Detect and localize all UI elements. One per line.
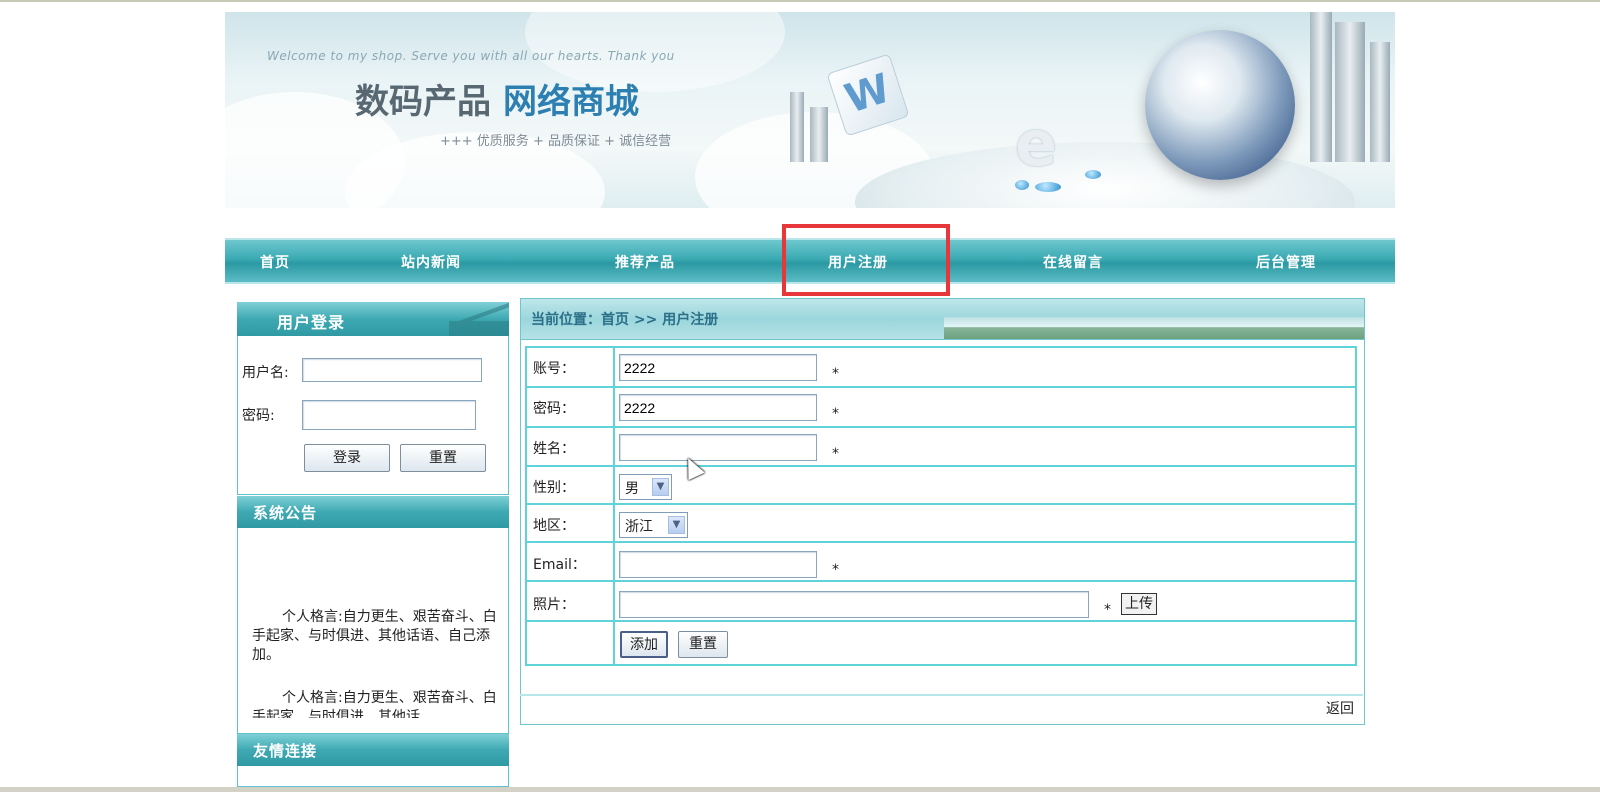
photo-input[interactable] bbox=[619, 591, 1089, 618]
add-button[interactable]: 添加 bbox=[620, 631, 668, 658]
breadcrumb: 当前位置：首页 >> 用户注册 bbox=[531, 312, 719, 328]
email-label: Email： bbox=[533, 557, 586, 573]
divider bbox=[520, 694, 1363, 696]
region-label: 地区： bbox=[533, 518, 575, 534]
gender-selected: 男 bbox=[625, 481, 639, 497]
links-panel bbox=[237, 766, 509, 787]
nav-news[interactable]: 站内新闻 bbox=[401, 252, 461, 272]
logo-title-a: 数码产品 bbox=[355, 82, 491, 122]
password-input[interactable] bbox=[302, 400, 476, 430]
row-divider bbox=[527, 386, 1355, 388]
breadcrumb-bar: 当前位置：首页 >> 用户注册 bbox=[520, 298, 1365, 340]
links-title: 友情连接 bbox=[253, 742, 318, 760]
required-mark: * bbox=[832, 562, 839, 578]
required-mark: * bbox=[1104, 602, 1111, 618]
account-label: 账号： bbox=[533, 361, 575, 377]
water-drop bbox=[1085, 170, 1101, 179]
row-divider bbox=[527, 541, 1355, 543]
email-input[interactable] bbox=[619, 551, 817, 578]
building-graphic bbox=[810, 107, 828, 162]
column-divider bbox=[613, 348, 615, 664]
region-selected: 浙江 bbox=[625, 519, 653, 535]
building-graphic bbox=[1335, 22, 1365, 162]
name-label: 姓名： bbox=[533, 441, 575, 457]
building-graphic bbox=[1370, 42, 1390, 162]
highlight-annotation bbox=[782, 224, 950, 296]
login-reset-button[interactable]: 重置 bbox=[400, 444, 486, 472]
building-graphic bbox=[790, 92, 804, 162]
notice-item: 个人格言:自力更生、艰苦奋斗、白手起家、与时俱进、其他话语、自己添加。 bbox=[252, 609, 497, 663]
username-label: 用户名: bbox=[242, 365, 289, 381]
nav-home[interactable]: 首页 bbox=[260, 252, 290, 272]
row-divider bbox=[527, 426, 1355, 428]
building-graphic bbox=[1310, 12, 1332, 162]
site-banner: Welcome to my shop. Serve you with all o… bbox=[225, 12, 1395, 208]
required-mark: * bbox=[832, 446, 839, 462]
notice-title: 系统公告 bbox=[253, 504, 318, 522]
gender-select[interactable]: 男 ▼ bbox=[619, 474, 672, 500]
notice-item: 个人格言:自力更生、艰苦奋斗、白手起家、与时俱进、其他话 bbox=[252, 690, 497, 718]
logo-title-b: 网络商城 bbox=[503, 82, 639, 122]
top-border bbox=[0, 0, 1600, 2]
welcome-text: Welcome to my shop. Serve you with all o… bbox=[267, 49, 675, 63]
back-link[interactable]: 返回 bbox=[1326, 698, 1354, 718]
nav-message[interactable]: 在线留言 bbox=[1043, 252, 1103, 272]
water-drop bbox=[1035, 182, 1061, 192]
chevron-down-icon[interactable]: ▼ bbox=[668, 516, 685, 534]
row-divider bbox=[527, 503, 1355, 505]
chevron-down-icon[interactable]: ▼ bbox=[652, 478, 669, 496]
username-input[interactable] bbox=[302, 358, 482, 382]
region-select[interactable]: 浙江 ▼ bbox=[619, 512, 688, 538]
row-divider bbox=[527, 580, 1355, 582]
login-title: 用户登录 bbox=[277, 313, 346, 332]
row-divider bbox=[527, 465, 1355, 467]
required-mark: * bbox=[832, 406, 839, 422]
notice-header: 系统公告 bbox=[237, 496, 509, 528]
water-drop bbox=[1015, 180, 1029, 190]
row-divider bbox=[527, 620, 1355, 622]
name-input[interactable] bbox=[619, 434, 817, 461]
platform-graphic bbox=[855, 142, 1355, 208]
links-header: 友情连接 bbox=[237, 734, 509, 766]
globe-graphic bbox=[1145, 30, 1295, 180]
site-slogan: +++ 优质服务 + 品质保证 + 诚信经营 bbox=[440, 134, 672, 149]
account-input[interactable] bbox=[619, 354, 817, 381]
bottom-border bbox=[0, 787, 1600, 792]
roof-decoration bbox=[449, 302, 509, 336]
password-label: 密码: bbox=[242, 408, 275, 424]
required-mark: * bbox=[832, 366, 839, 382]
e-logo-graphic: e bbox=[1015, 107, 1058, 180]
nav-products[interactable]: 推荐产品 bbox=[615, 252, 675, 272]
login-header: 用户登录 bbox=[237, 302, 509, 336]
upload-button[interactable]: 上传 bbox=[1121, 593, 1157, 615]
login-button[interactable]: 登录 bbox=[304, 444, 390, 472]
form-reset-button[interactable]: 重置 bbox=[678, 631, 728, 658]
site-logo: 数码产品 网络商城 bbox=[355, 74, 639, 123]
password-field-label: 密码： bbox=[533, 401, 575, 417]
photo-label: 照片： bbox=[533, 597, 575, 613]
gender-label: 性别： bbox=[533, 480, 575, 496]
nav-admin[interactable]: 后台管理 bbox=[1256, 252, 1316, 272]
password-field-input[interactable] bbox=[619, 394, 817, 421]
landscape-decoration bbox=[944, 299, 1364, 339]
